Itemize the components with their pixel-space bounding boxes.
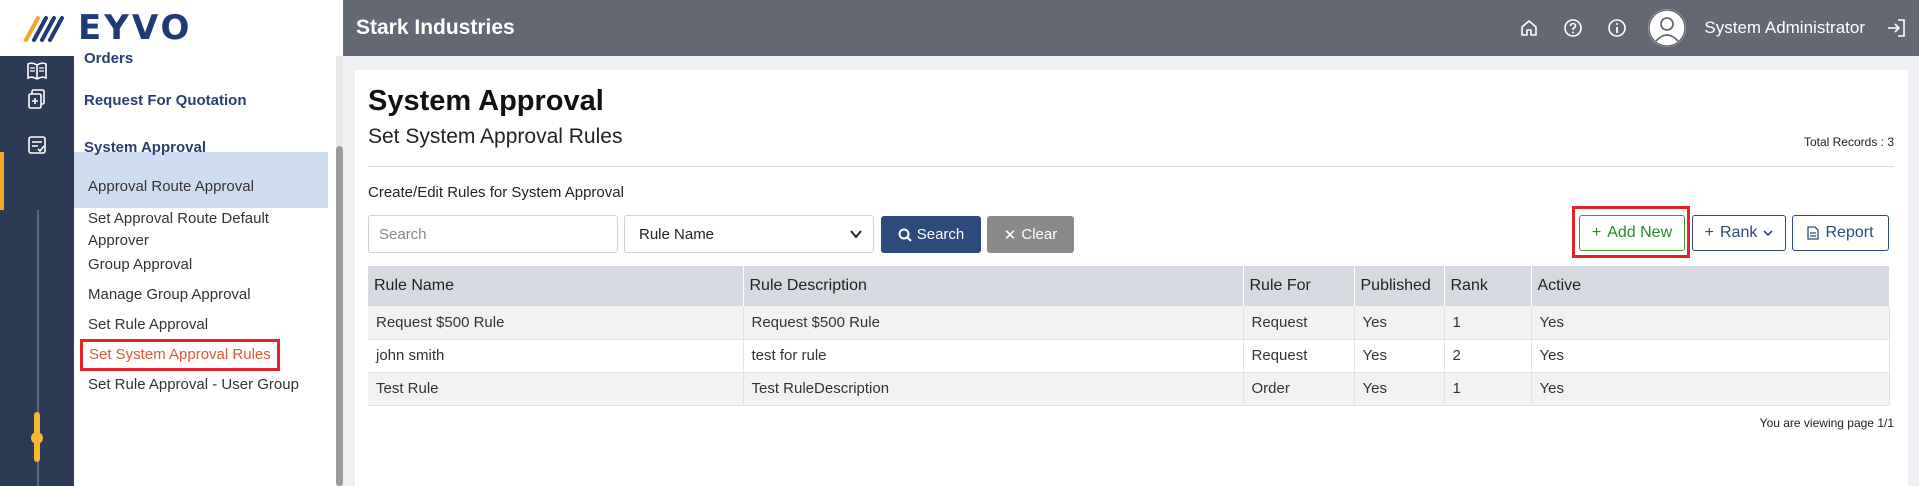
brand-logo[interactable]: EYVO: [0, 0, 343, 56]
search-input[interactable]: [368, 215, 618, 253]
cell-rule-description: Test RuleDescription: [743, 372, 1244, 406]
cell-rule-name[interactable]: Test Rule: [368, 372, 744, 406]
sidebar-subitem-set-rule-approval-user-group[interactable]: Set Rule Approval - User Group: [88, 374, 299, 396]
chevron-down-icon: [849, 227, 863, 245]
icon-rail: [0, 56, 74, 486]
rank-label: Rank: [1719, 224, 1758, 241]
brand-name: EYVO: [78, 8, 193, 48]
cell-published: Yes: [1354, 372, 1445, 406]
table-row[interactable]: Test Rule Test RuleDescription Order Yes…: [368, 372, 1890, 406]
cell-rule-name[interactable]: john smith: [368, 339, 744, 373]
cell-rule-name[interactable]: Request $500 Rule: [368, 306, 744, 340]
cell-active: Yes: [1531, 339, 1890, 373]
sidebar-scrollbar-thumb[interactable]: [336, 146, 343, 486]
plus-icon: +: [1704, 224, 1714, 241]
main-panel: System Approval Set System Approval Rule…: [355, 70, 1908, 486]
add-new-button[interactable]: + Add New: [1579, 215, 1685, 251]
plus-icon: +: [1591, 224, 1602, 241]
sidebar-subitem-group-approval[interactable]: Group Approval: [88, 254, 192, 276]
divider: [368, 166, 1894, 167]
rules-table: Rule Name Rule Description Rule For Publ…: [368, 266, 1890, 406]
home-icon[interactable]: [1516, 15, 1542, 41]
rank-button[interactable]: + Rank: [1692, 215, 1786, 251]
cell-published: Yes: [1354, 339, 1445, 373]
avatar[interactable]: [1648, 9, 1687, 47]
document-icon: [1807, 226, 1820, 240]
cell-active: Yes: [1531, 306, 1890, 340]
search-field-select[interactable]: Rule Name: [624, 215, 874, 253]
cell-rule-for: Order: [1243, 372, 1355, 406]
search-button[interactable]: Search: [881, 216, 981, 253]
sidebar-subitem-set-approval-route-default[interactable]: Set Approval Route Default Approver: [88, 208, 318, 252]
report-button[interactable]: Report: [1792, 215, 1889, 251]
cell-published: Yes: [1354, 306, 1445, 340]
table-row[interactable]: Request $500 Rule Request $500 Rule Requ…: [368, 306, 1890, 340]
cell-rule-description: Request $500 Rule: [743, 306, 1244, 340]
column-header-active[interactable]: Active: [1531, 266, 1890, 306]
rail-active-indicator: [0, 152, 74, 210]
search-field-selected: Rule Name: [639, 225, 715, 243]
brand-mark-icon: [24, 16, 64, 42]
sidebar-menu: Orders Request For Quotation System Appr…: [74, 50, 336, 486]
total-records: Total Records : 3: [1803, 135, 1894, 149]
sidebar-subitem-manage-group-approval[interactable]: Manage Group Approval: [88, 284, 251, 306]
paging-info: You are viewing page 1/1: [1759, 416, 1894, 430]
help-icon[interactable]: [1560, 15, 1586, 41]
search-button-label: Search: [916, 226, 965, 243]
sidebar-subitem-set-rule-approval[interactable]: Set Rule Approval: [88, 314, 208, 336]
chevron-down-icon: [1763, 230, 1773, 237]
column-header-rule-name[interactable]: Rule Name: [368, 266, 744, 306]
section-label: Create/Edit Rules for System Approval: [368, 184, 624, 201]
cell-active: Yes: [1531, 372, 1890, 406]
report-label: Report: [1825, 224, 1874, 241]
sidebar-item-rfq[interactable]: Request For Quotation: [84, 92, 247, 109]
add-new-label: Add New: [1607, 224, 1673, 241]
cell-rule-for: Request: [1243, 339, 1355, 373]
company-name: Stark Industries: [356, 16, 515, 39]
search-icon: [898, 228, 912, 242]
column-header-rule-for[interactable]: Rule For: [1243, 266, 1355, 306]
checklist-icon[interactable]: [22, 130, 52, 160]
info-icon[interactable]: [1604, 15, 1630, 41]
close-icon: ✕: [1003, 226, 1017, 244]
clear-button-label: Clear: [1021, 226, 1058, 243]
table-header-row: Rule Name Rule Description Rule For Publ…: [368, 266, 1890, 306]
sidebar-subitem-approval-route-approval[interactable]: Approval Route Approval: [88, 176, 254, 198]
cell-rule-description: test for rule: [743, 339, 1244, 373]
column-header-published[interactable]: Published: [1354, 266, 1445, 306]
document-plus-icon[interactable]: [22, 84, 52, 114]
cell-rank: 1: [1444, 306, 1532, 340]
column-header-rank[interactable]: Rank: [1444, 266, 1532, 306]
rail-current-dot: [31, 432, 43, 444]
page-subtitle: Set System Approval Rules: [368, 125, 623, 148]
page-title: System Approval: [368, 85, 604, 117]
user-name[interactable]: System Administrator: [1704, 18, 1865, 38]
top-bar: Stark Industries System Administrator: [343, 0, 1919, 56]
logout-icon[interactable]: [1883, 15, 1909, 41]
sidebar-item-system-approval[interactable]: System Approval: [84, 139, 206, 156]
clear-button[interactable]: ✕ Clear: [987, 216, 1074, 253]
sidebar-item-orders[interactable]: Orders: [84, 50, 133, 67]
column-header-rule-description[interactable]: Rule Description: [743, 266, 1244, 306]
cell-rank: 1: [1444, 372, 1532, 406]
table-row[interactable]: john smith test for rule Request Yes 2 Y…: [368, 339, 1890, 373]
book-icon[interactable]: [22, 56, 52, 86]
sidebar-subitem-set-system-approval-rules[interactable]: Set System Approval Rules: [80, 339, 280, 371]
cell-rule-for: Request: [1243, 306, 1355, 340]
cell-rank: 2: [1444, 339, 1532, 373]
